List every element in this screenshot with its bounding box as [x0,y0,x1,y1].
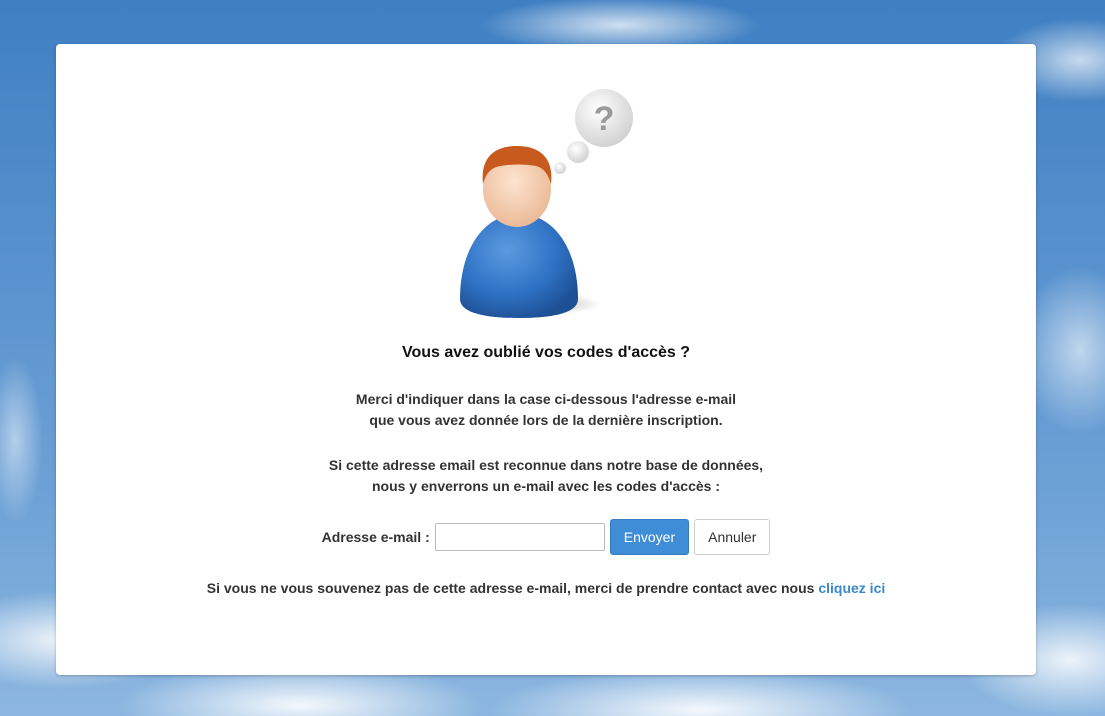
notice-paragraph: Si cette adresse email est reconnue dans… [56,455,1036,497]
question-mark-icon: ? [594,100,615,138]
notice-line-1: Si cette adresse email est reconnue dans… [328,457,764,473]
cancel-button[interactable]: Annuler [694,519,771,555]
email-label: Adresse e-mail : [321,529,430,545]
notice-line-2: nous y enverrons un e-mail avec les code… [371,478,721,494]
email-form: Adresse e-mail : Envoyer Annuler [56,519,1036,555]
page-title: Vous avez oublié vos codes d'accès ? [401,344,691,361]
forgot-password-person-icon: ? [460,89,633,318]
email-input[interactable] [434,523,605,551]
forgot-password-card: ? Vous avez oublié vos codes d'accès ? M… [56,44,1036,675]
instructions-paragraph: Merci d'indiquer dans la case ci-dessous… [56,389,1036,431]
contact-text: Si vous ne vous souvenez pas de cette ad… [206,580,815,596]
instructions-line-2: que vous avez donnée lors de la dernière… [369,412,723,428]
instructions-line-1: Merci d'indiquer dans la case ci-dessous… [355,391,737,407]
submit-button[interactable]: Envoyer [609,519,690,555]
contact-link[interactable]: cliquez ici [818,580,885,596]
contact-line: Si vous ne vous souvenez pas de cette ad… [56,580,1036,596]
